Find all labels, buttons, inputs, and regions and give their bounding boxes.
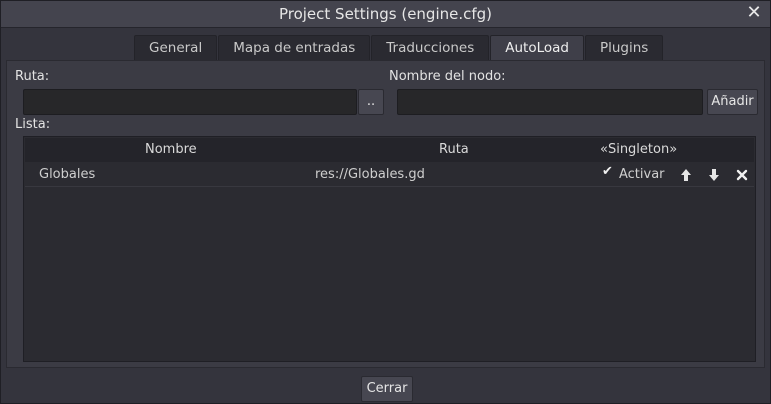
singleton-toggle-label[interactable]: Activar — [619, 167, 665, 182]
browse-button[interactable]: .. — [358, 89, 384, 115]
row-path: res://Globales.gd — [315, 167, 425, 182]
remove-icon[interactable] — [734, 167, 750, 183]
close-icon[interactable]: ✕ — [745, 3, 763, 23]
tab-plugins[interactable]: Plugins — [584, 35, 664, 60]
tab-autoload[interactable]: AutoLoad — [490, 35, 584, 60]
autoload-list: Nombre Ruta «Singleton» Globales res://G… — [23, 136, 756, 362]
table-row[interactable]: Globales res://Globales.gd ✔ Activar — [25, 163, 754, 187]
column-header-singleton[interactable]: «Singleton» — [600, 142, 677, 157]
column-header-name[interactable]: Nombre — [145, 142, 197, 157]
title-bar[interactable]: Project Settings (engine.cfg) ✕ — [1, 1, 770, 28]
node-name-input[interactable] — [397, 89, 703, 115]
list-header: Nombre Ruta «Singleton» — [25, 138, 754, 162]
close-button[interactable]: Cerrar — [361, 376, 413, 402]
row-name: Globales — [39, 167, 96, 182]
path-input[interactable] — [23, 89, 357, 115]
tab-translations[interactable]: Traducciones — [371, 35, 490, 60]
project-settings-window: Project Settings (engine.cfg) ✕ General … — [0, 0, 771, 404]
add-button[interactable]: Añadir — [707, 89, 758, 115]
window-title: Project Settings (engine.cfg) — [278, 5, 493, 23]
tab-general[interactable]: General — [134, 35, 218, 60]
checkmark-icon[interactable]: ✔ — [602, 164, 613, 179]
arrow-down-icon[interactable] — [706, 167, 722, 183]
arrow-up-icon[interactable] — [678, 167, 694, 183]
list-label: Lista: — [15, 117, 51, 132]
tab-bar: General Mapa de entradas Traducciones Au… — [134, 35, 664, 60]
tab-input-map[interactable]: Mapa de entradas — [218, 35, 371, 60]
column-header-path[interactable]: Ruta — [439, 142, 469, 157]
node-name-label: Nombre del nodo: — [389, 69, 506, 84]
path-label: Ruta: — [15, 69, 50, 84]
